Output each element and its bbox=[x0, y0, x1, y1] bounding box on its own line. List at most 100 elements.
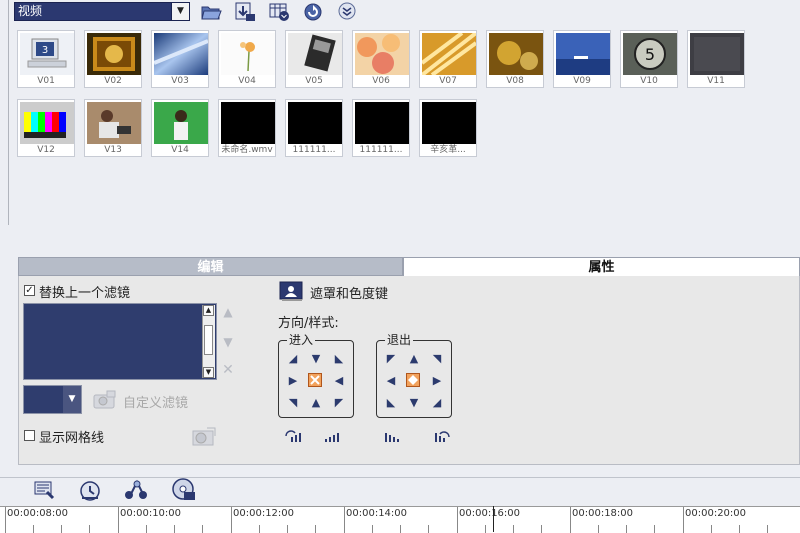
timeline-ruler[interactable]: 00:00:08:00 00:00:10:00 00:00:12:00 00:00:1… bbox=[0, 506, 800, 533]
import-icon[interactable] bbox=[234, 1, 256, 22]
timeline-tick-label: 00:00:14:00 bbox=[346, 508, 408, 519]
media-thumbnail[interactable]: 111111... bbox=[285, 99, 343, 157]
thumbnail-image bbox=[422, 33, 476, 75]
arrow-up-left-icon[interactable]: ◤ bbox=[385, 353, 397, 365]
custom-filter-icon[interactable] bbox=[92, 389, 118, 411]
thumbnail-image bbox=[221, 33, 275, 75]
arrow-up-left-icon[interactable]: ◤ bbox=[333, 397, 345, 409]
exit-label: 退出 bbox=[385, 333, 414, 347]
mask-chroma-icon[interactable] bbox=[279, 280, 305, 302]
show-grid-checkbox[interactable] bbox=[24, 430, 35, 441]
media-thumbnail[interactable]: 5 V10 bbox=[620, 30, 678, 88]
arrow-up-right-icon[interactable]: ◥ bbox=[287, 397, 299, 409]
media-thumbnail[interactable]: 辛亥革... bbox=[419, 99, 477, 157]
arrow-up-icon[interactable]: ▲ bbox=[408, 353, 420, 365]
thumbnail-label: 111111... bbox=[359, 145, 403, 155]
thumbnail-image: 5 bbox=[623, 33, 677, 75]
timeline-tick-label: 00:00:12:00 bbox=[233, 508, 295, 519]
filter-list-scrollbar[interactable]: ▲ ▼ bbox=[202, 305, 215, 378]
volume-up-icon[interactable] bbox=[323, 428, 343, 444]
thumbnail-label: 辛亥革... bbox=[430, 145, 466, 155]
timeline-tick bbox=[457, 507, 458, 533]
enter-label: 进入 bbox=[287, 333, 316, 347]
arrow-down-left-icon[interactable]: ◣ bbox=[385, 397, 397, 409]
arrow-up-right-icon[interactable]: ◥ bbox=[431, 353, 443, 365]
disc-output-icon[interactable] bbox=[171, 477, 197, 503]
arrow-right-icon[interactable]: ▶ bbox=[287, 375, 299, 387]
media-thumbnail[interactable]: 111111... bbox=[352, 99, 410, 157]
arrow-left-icon[interactable]: ◀ bbox=[385, 375, 397, 387]
mask-chroma-label[interactable]: 遮罩和色度键 bbox=[310, 283, 388, 302]
timeline-tick bbox=[5, 507, 6, 533]
thumbnail-image bbox=[288, 102, 342, 144]
move-up-icon[interactable]: ▲ bbox=[222, 306, 234, 318]
media-thumbnail[interactable]: 未命名.wmv bbox=[218, 99, 276, 157]
arrow-down-right-icon[interactable]: ◢ bbox=[287, 353, 299, 365]
scroll-up-icon[interactable]: ▲ bbox=[203, 305, 214, 316]
filter-list[interactable]: ▲ ▼ bbox=[23, 303, 217, 380]
preset-dropdown[interactable]: ▼ bbox=[23, 385, 82, 414]
move-down-icon[interactable]: ▼ bbox=[222, 336, 234, 348]
media-thumbnail[interactable]: V09 bbox=[553, 30, 611, 88]
folder-open-icon[interactable] bbox=[200, 1, 222, 22]
media-thumbnail[interactable]: V13 bbox=[84, 99, 142, 157]
thumbnail-label: V01 bbox=[37, 76, 55, 86]
fade-out-icon[interactable] bbox=[432, 428, 452, 444]
library-dropdown[interactable]: 视频 ▼ bbox=[14, 2, 190, 21]
volume-down-icon[interactable] bbox=[383, 428, 403, 444]
arrow-right-icon[interactable]: ▶ bbox=[431, 375, 443, 387]
replace-filter-label: 替换上一个滤镜 bbox=[39, 286, 131, 301]
svg-text:3: 3 bbox=[42, 45, 48, 56]
audio-view-icon[interactable] bbox=[123, 478, 151, 502]
chevron-down-icon[interactable]: ▼ bbox=[171, 3, 189, 20]
custom-filter-label: 自定义滤镜 bbox=[123, 396, 189, 411]
media-thumbnail[interactable]: V06 bbox=[352, 30, 410, 88]
arrow-down-right-icon[interactable]: ◢ bbox=[431, 397, 443, 409]
center-diamond-icon[interactable] bbox=[406, 373, 420, 387]
scroll-down-icon[interactable]: ▼ bbox=[203, 367, 214, 378]
media-thumbnail[interactable]: V02 bbox=[84, 30, 142, 88]
thumbnail-image bbox=[154, 102, 208, 144]
media-thumbnail[interactable]: V11 bbox=[687, 30, 745, 88]
grid-options-icon[interactable] bbox=[189, 425, 217, 449]
media-thumbnail[interactable]: V14 bbox=[151, 99, 209, 157]
media-thumbnail[interactable]: V03 bbox=[151, 30, 209, 88]
playhead[interactable] bbox=[493, 506, 494, 532]
media-thumbnail[interactable]: V04 bbox=[218, 30, 276, 88]
timeline-view-icon[interactable] bbox=[78, 478, 102, 502]
arrow-down-left-icon[interactable]: ◣ bbox=[333, 353, 345, 365]
thumbnail-label: V04 bbox=[238, 76, 256, 86]
media-thumbnail[interactable]: 3 V01 bbox=[17, 30, 75, 88]
arrow-left-icon[interactable]: ◀ bbox=[333, 375, 345, 387]
tab-edit[interactable]: 编辑 bbox=[18, 257, 403, 276]
thumbnail-label: V10 bbox=[640, 76, 658, 86]
storyboard-view-icon[interactable] bbox=[33, 478, 57, 502]
delete-icon[interactable]: ✕ bbox=[222, 363, 234, 377]
center-cross-icon[interactable] bbox=[308, 373, 322, 387]
thumbnail-image bbox=[20, 102, 74, 144]
timeline-tick-label: 00:00:18:00 bbox=[572, 508, 634, 519]
media-thumbnail[interactable]: V08 bbox=[486, 30, 544, 88]
thumbnail-image bbox=[154, 33, 208, 75]
thumbnail-label: V12 bbox=[37, 145, 55, 155]
media-thumbnail[interactable]: V05 bbox=[285, 30, 343, 88]
thumbnail-label: V05 bbox=[305, 76, 323, 86]
enter-direction-group: 进入 ◢ ▼ ◣ ▶ ◀ ◥ ▲ ◤ bbox=[278, 333, 354, 418]
chevron-down-icon[interactable]: ▼ bbox=[63, 386, 81, 413]
direction-style-label: 方向/样式: bbox=[278, 316, 339, 331]
view-options-icon[interactable] bbox=[268, 1, 290, 22]
scroll-thumb[interactable] bbox=[204, 325, 213, 355]
thumbnail-image: 3 bbox=[20, 33, 74, 75]
refresh-icon[interactable] bbox=[302, 1, 324, 22]
media-thumbnail[interactable]: V12 bbox=[17, 99, 75, 157]
thumbnail-label: V02 bbox=[104, 76, 122, 86]
arrow-down-icon[interactable]: ▼ bbox=[310, 353, 322, 365]
arrow-down-icon[interactable]: ▼ bbox=[408, 397, 420, 409]
timeline-tick bbox=[118, 507, 119, 533]
tab-attributes[interactable]: 属性 bbox=[403, 257, 800, 276]
media-thumbnail[interactable]: V07 bbox=[419, 30, 477, 88]
fade-in-icon[interactable] bbox=[283, 428, 303, 444]
arrow-up-icon[interactable]: ▲ bbox=[310, 397, 322, 409]
replace-filter-checkbox[interactable]: ✓ bbox=[24, 285, 35, 296]
expand-icon[interactable] bbox=[336, 1, 358, 22]
